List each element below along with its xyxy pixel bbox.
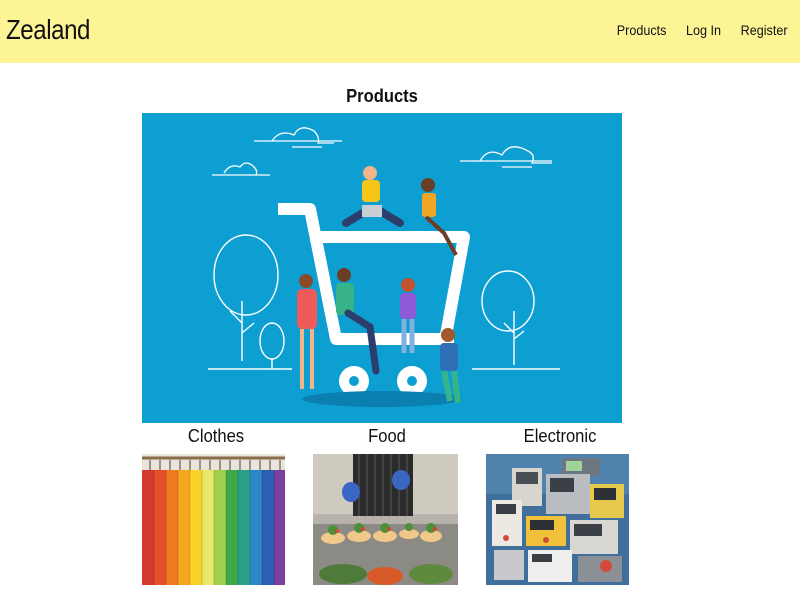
clothes-rack-image-icon — [142, 454, 285, 585]
nav-links: Products Log In Register — [614, 22, 790, 38]
navbar: Zealand Products Log In Register — [0, 0, 800, 63]
category-label-electronic: Electronic — [523, 426, 597, 446]
food-plates-image-icon — [313, 454, 458, 585]
nav-link-register[interactable]: Register — [740, 22, 787, 38]
nav-link-products[interactable]: Products — [616, 22, 666, 38]
category-image-clothes[interactable] — [142, 454, 285, 585]
shopping-cart-illustration-icon — [208, 127, 560, 407]
category-label-clothes: Clothes — [187, 426, 245, 446]
nav-link-login[interactable]: Log In — [686, 22, 721, 38]
category-label-food: Food — [368, 426, 406, 446]
category-image-food[interactable] — [313, 454, 458, 585]
hero-shopping-cart-image[interactable] — [142, 113, 622, 423]
electronic-devices-image-icon — [486, 454, 629, 585]
category-image-electronic[interactable] — [486, 454, 629, 585]
page-title: Products — [346, 86, 418, 106]
brand-logo[interactable]: Zealand — [6, 14, 90, 46]
